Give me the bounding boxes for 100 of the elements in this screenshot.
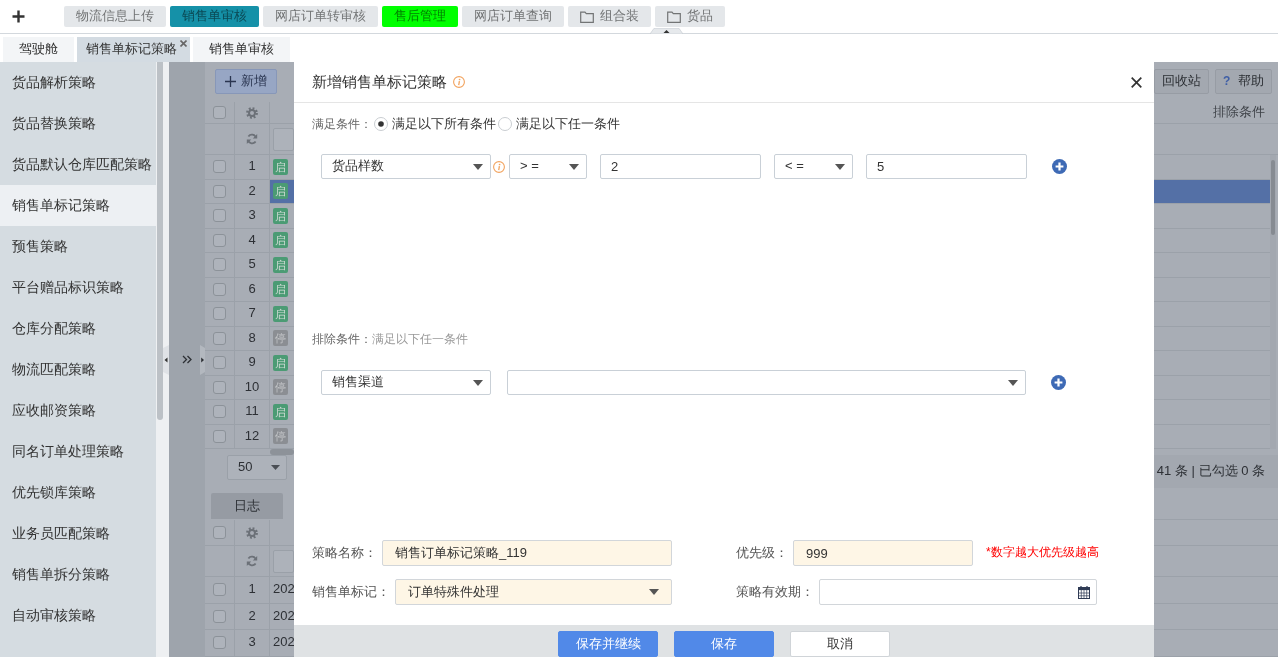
double-chevron-icon[interactable]	[182, 355, 192, 364]
row-number: 4	[235, 228, 270, 252]
checkbox[interactable]	[213, 233, 226, 247]
sidebar-item[interactable]: 销售单标记策略	[0, 185, 156, 226]
checkbox[interactable]	[213, 106, 226, 119]
input-field[interactable]: 2	[600, 154, 761, 179]
input-field[interactable]: 5	[866, 154, 1027, 179]
sidebar-item[interactable]: 自动审核策略	[0, 595, 156, 636]
status-badge: 启	[273, 281, 288, 298]
input-field[interactable]: 999	[793, 540, 973, 566]
plus-circle-icon[interactable]	[1051, 375, 1066, 390]
checkbox[interactable]	[213, 583, 226, 597]
checkbox[interactable]	[213, 258, 226, 272]
refresh-icon[interactable]	[246, 555, 258, 567]
field-label: 满足条件：	[312, 116, 372, 133]
table-cell: 202	[273, 607, 295, 625]
page-tab[interactable]: 销售单审核	[193, 37, 290, 62]
select-field[interactable]: 订单特殊件处理	[395, 579, 672, 605]
hint-text: 满足以下任一条件	[372, 332, 468, 348]
refresh-icon[interactable]	[246, 133, 258, 145]
nav-tab[interactable]: 货品	[655, 6, 725, 27]
caret-icon	[271, 465, 280, 470]
checkbox[interactable]	[213, 184, 226, 198]
table-row[interactable]	[1154, 179, 1270, 204]
expand-handle-icon[interactable]	[200, 345, 205, 375]
sidebar-item[interactable]: 货品替换策略	[0, 103, 156, 144]
page-tab[interactable]: 驾驶舱	[3, 37, 74, 62]
dialog-title: 新增销售单标记策略	[312, 72, 447, 92]
plus-icon[interactable]	[12, 10, 25, 23]
page-tab[interactable]: 销售单标记策略	[77, 37, 190, 62]
radio-option[interactable]: 满足以下任一条件	[498, 116, 620, 133]
radio-icon[interactable]	[374, 117, 388, 132]
select-field[interactable]	[507, 370, 1026, 395]
log-tab[interactable]: 日志	[211, 493, 283, 519]
status-badge: 启	[273, 256, 288, 273]
checkbox[interactable]	[213, 429, 226, 443]
sidebar-item[interactable]: 销售单拆分策略	[0, 554, 156, 595]
input-field[interactable]: 销售订单标记策略_119	[382, 540, 672, 566]
checkbox[interactable]	[213, 160, 226, 174]
select-field[interactable]: 货品样数	[321, 154, 491, 179]
checkbox[interactable]	[213, 331, 226, 345]
row-number: 3	[235, 630, 270, 656]
new-button[interactable]: 新增	[215, 69, 277, 94]
filter-field[interactable]	[273, 127, 294, 151]
sidebar-item[interactable]: 平台赠品标识策略	[0, 267, 156, 308]
sidebar-item[interactable]: 同名订单处理策略	[0, 431, 156, 472]
scrollbar-thumb[interactable]	[270, 449, 294, 455]
table-cell: 202	[273, 634, 295, 652]
checkbox[interactable]	[213, 307, 226, 321]
nav-tab[interactable]: 物流信息上传	[64, 6, 166, 27]
checkbox[interactable]	[213, 356, 226, 370]
checkbox[interactable]	[213, 636, 226, 650]
calendar-icon	[1078, 585, 1090, 599]
page-size-select[interactable]: 50	[227, 455, 287, 480]
plus-circle-icon[interactable]	[1052, 159, 1067, 174]
collapse-handle-icon[interactable]	[163, 345, 169, 375]
scrollbar-thumb[interactable]	[157, 62, 163, 420]
toolbar-button[interactable]: 回收站	[1154, 69, 1209, 94]
sidebar-item[interactable]: 应收邮资策略	[0, 390, 156, 431]
status-badge: 启	[273, 232, 288, 249]
checkbox[interactable]	[213, 609, 226, 623]
gear-icon[interactable]	[246, 106, 258, 119]
plus-icon	[225, 76, 236, 87]
close-icon[interactable]	[1131, 76, 1142, 88]
date-field[interactable]	[819, 579, 1097, 605]
sidebar-item[interactable]: 物流匹配策略	[0, 349, 156, 390]
info-icon	[453, 76, 465, 88]
nav-tab[interactable]: 售后管理	[382, 6, 458, 27]
checkbox[interactable]	[213, 380, 226, 394]
radio-icon[interactable]	[498, 117, 512, 132]
select-field[interactable]: < =	[774, 154, 853, 179]
checkbox[interactable]	[213, 209, 226, 223]
checkbox[interactable]	[213, 526, 226, 539]
nav-tab[interactable]: 组合装	[568, 6, 651, 27]
sidebar-item[interactable]: 预售策略	[0, 226, 156, 267]
row-number: 9	[235, 351, 270, 375]
sidebar-item[interactable]: 货品默认仓库匹配策略	[0, 144, 156, 185]
collapse-tab-icon[interactable]	[650, 28, 683, 34]
scrollbar-thumb[interactable]	[1271, 160, 1275, 235]
select-field[interactable]: > =	[509, 154, 587, 179]
sidebar-item[interactable]: 仓库分配策略	[0, 308, 156, 349]
row-number: 10	[235, 375, 270, 399]
filter-field[interactable]	[273, 549, 294, 573]
toolbar-button[interactable]: ? 帮助	[1215, 69, 1273, 94]
radio-option[interactable]: 满足以下所有条件	[374, 116, 496, 133]
sidebar-item[interactable]: 优先锁库策略	[0, 472, 156, 513]
dialog-button[interactable]: 取消	[790, 631, 890, 657]
caret-icon	[649, 589, 659, 595]
row-number: 2	[235, 603, 270, 629]
gear-icon[interactable]	[246, 526, 258, 539]
sidebar-item[interactable]: 业务员匹配策略	[0, 513, 156, 554]
caret-icon	[835, 163, 845, 170]
checkbox[interactable]	[213, 405, 226, 419]
select-field[interactable]: 销售渠道	[321, 370, 491, 395]
checkbox[interactable]	[213, 282, 226, 296]
folder-icon	[580, 10, 594, 23]
table-cell: 202	[273, 581, 295, 599]
sidebar-item[interactable]: 货品解析策略	[0, 62, 156, 103]
nav-tab[interactable]: 网店订单转审核	[263, 6, 378, 27]
nav-tab[interactable]: 网店订单查询	[462, 6, 564, 27]
